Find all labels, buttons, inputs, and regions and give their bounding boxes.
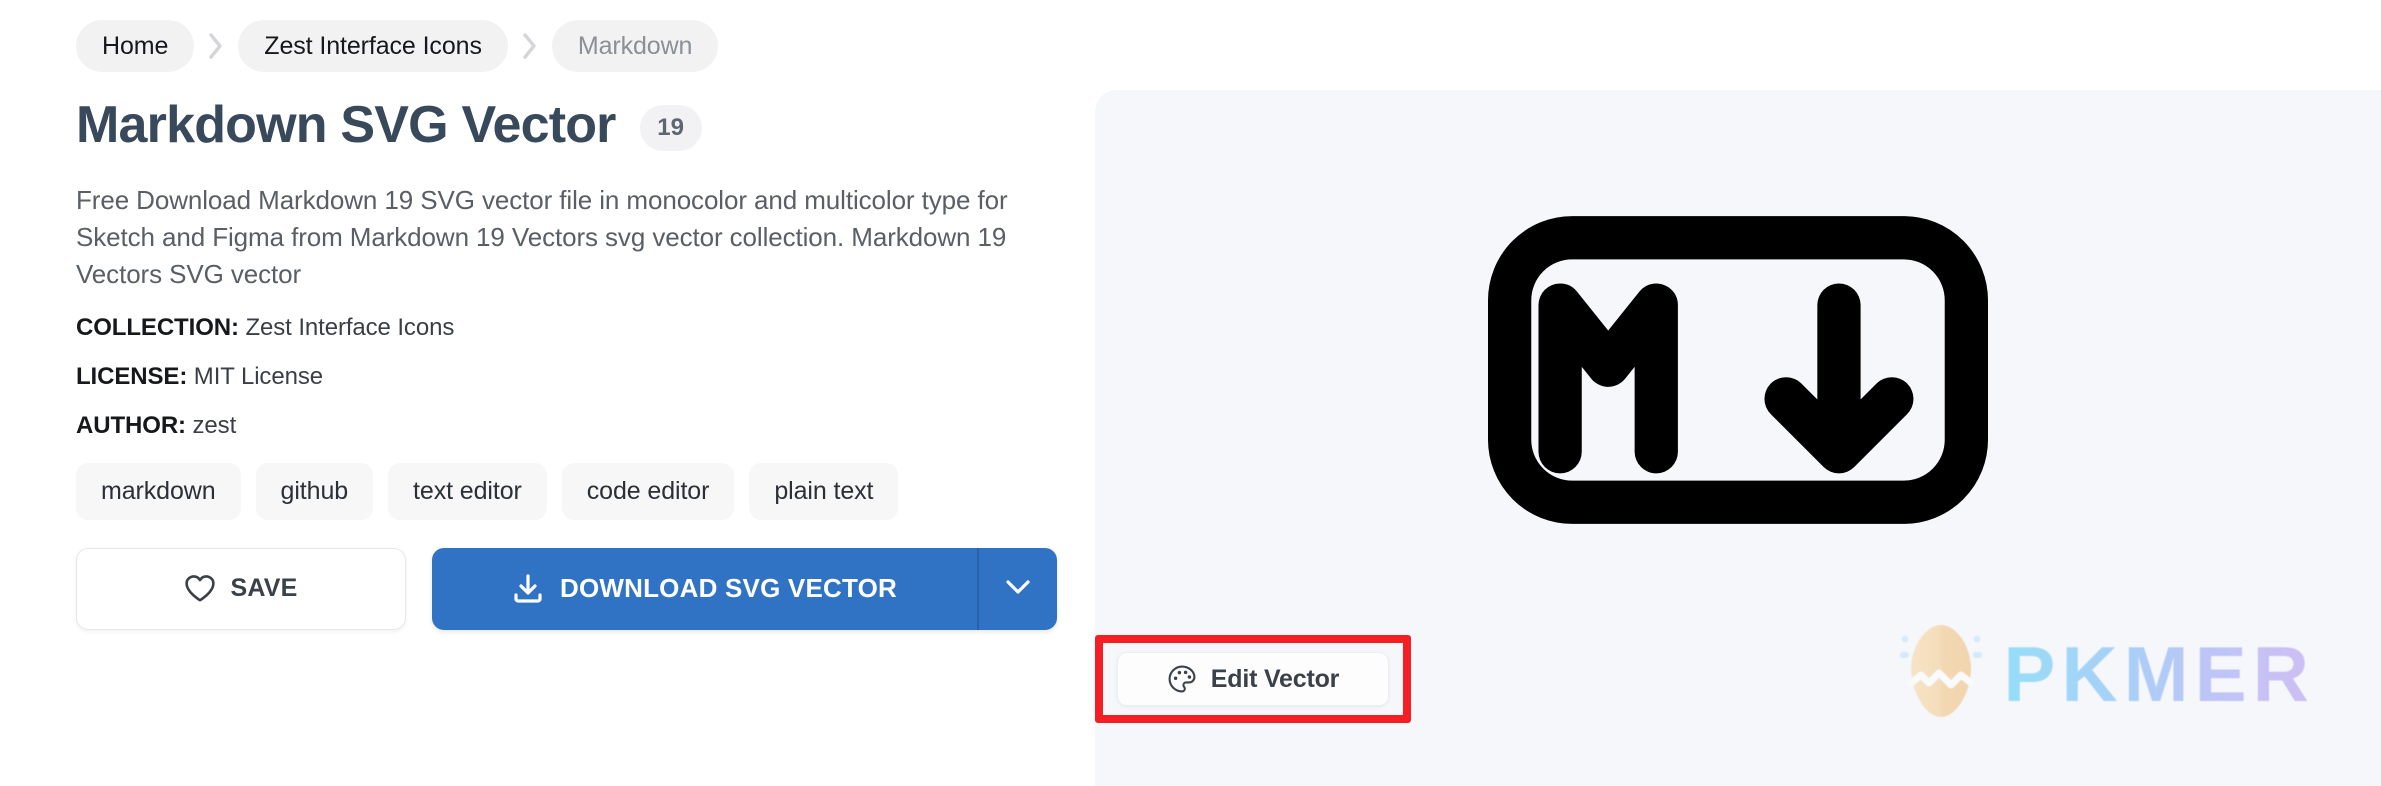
chevron-down-icon	[1003, 577, 1033, 600]
tag-github[interactable]: github	[255, 462, 374, 520]
chevron-right-icon	[198, 20, 234, 72]
tag-code-editor[interactable]: code editor	[561, 462, 735, 520]
meta-value-license: MIT License	[193, 362, 323, 390]
metadata-list: COLLECTION: Zest Interface Icons LICENSE…	[76, 313, 1095, 439]
meta-label-license: LICENSE:	[76, 362, 188, 390]
preview-panel: Edit Vector PKMER	[1095, 90, 2381, 786]
action-bar: SAVE DOWNLOAD SVG VECTOR	[76, 547, 1095, 630]
breadcrumb-item-home[interactable]: Home	[76, 20, 195, 72]
download-options-button[interactable]	[979, 548, 1057, 630]
download-svg-button[interactable]: DOWNLOAD SVG VECTOR	[432, 548, 977, 630]
heart-icon	[184, 574, 216, 603]
title-row: Markdown SVG Vector 19	[76, 92, 1095, 158]
download-button-label: DOWNLOAD SVG VECTOR	[559, 573, 897, 604]
product-detail-page: Home Zest Interface Icons Markdown Markd…	[0, 0, 2381, 786]
tag-text-editor[interactable]: text editor	[388, 462, 547, 520]
vector-preview-area	[1095, 90, 2381, 650]
tag-plain-text[interactable]: plain text	[749, 462, 899, 520]
meta-row-license: LICENSE: MIT License	[76, 362, 1095, 390]
tag-markdown[interactable]: markdown	[76, 462, 241, 520]
breadcrumb: Home Zest Interface Icons Markdown	[76, 20, 1095, 72]
meta-label-collection: COLLECTION:	[76, 313, 239, 341]
count-badge: 19	[639, 105, 702, 151]
meta-value-author: zest	[192, 411, 237, 439]
chevron-right-icon-2	[512, 20, 548, 72]
download-icon	[512, 573, 544, 605]
meta-value-collection: Zest Interface Icons	[245, 313, 455, 341]
save-button-label: SAVE	[230, 574, 298, 603]
save-button[interactable]: SAVE	[76, 547, 406, 630]
breadcrumb-item-current: Markdown	[551, 20, 719, 72]
palette-icon	[1167, 664, 1197, 694]
meta-row-author: AUTHOR: zest	[76, 411, 1095, 439]
breadcrumb-item-collection[interactable]: Zest Interface Icons	[238, 20, 508, 72]
meta-label-author: AUTHOR:	[76, 411, 186, 439]
description-text: Free Download Markdown 19 SVG vector fil…	[76, 185, 1008, 290]
meta-row-collection: COLLECTION: Zest Interface Icons	[76, 313, 1095, 341]
edit-vector-button[interactable]: Edit Vector	[1117, 652, 1389, 706]
detail-left-column: Home Zest Interface Icons Markdown Markd…	[0, 0, 1095, 786]
page-title: Markdown SVG Vector	[76, 96, 616, 154]
edit-vector-label: Edit Vector	[1210, 664, 1340, 693]
download-button-group: DOWNLOAD SVG VECTOR	[432, 547, 1057, 630]
markdown-logo-icon	[1488, 215, 1988, 525]
tag-list: markdown github text editor code editor …	[76, 462, 1095, 520]
